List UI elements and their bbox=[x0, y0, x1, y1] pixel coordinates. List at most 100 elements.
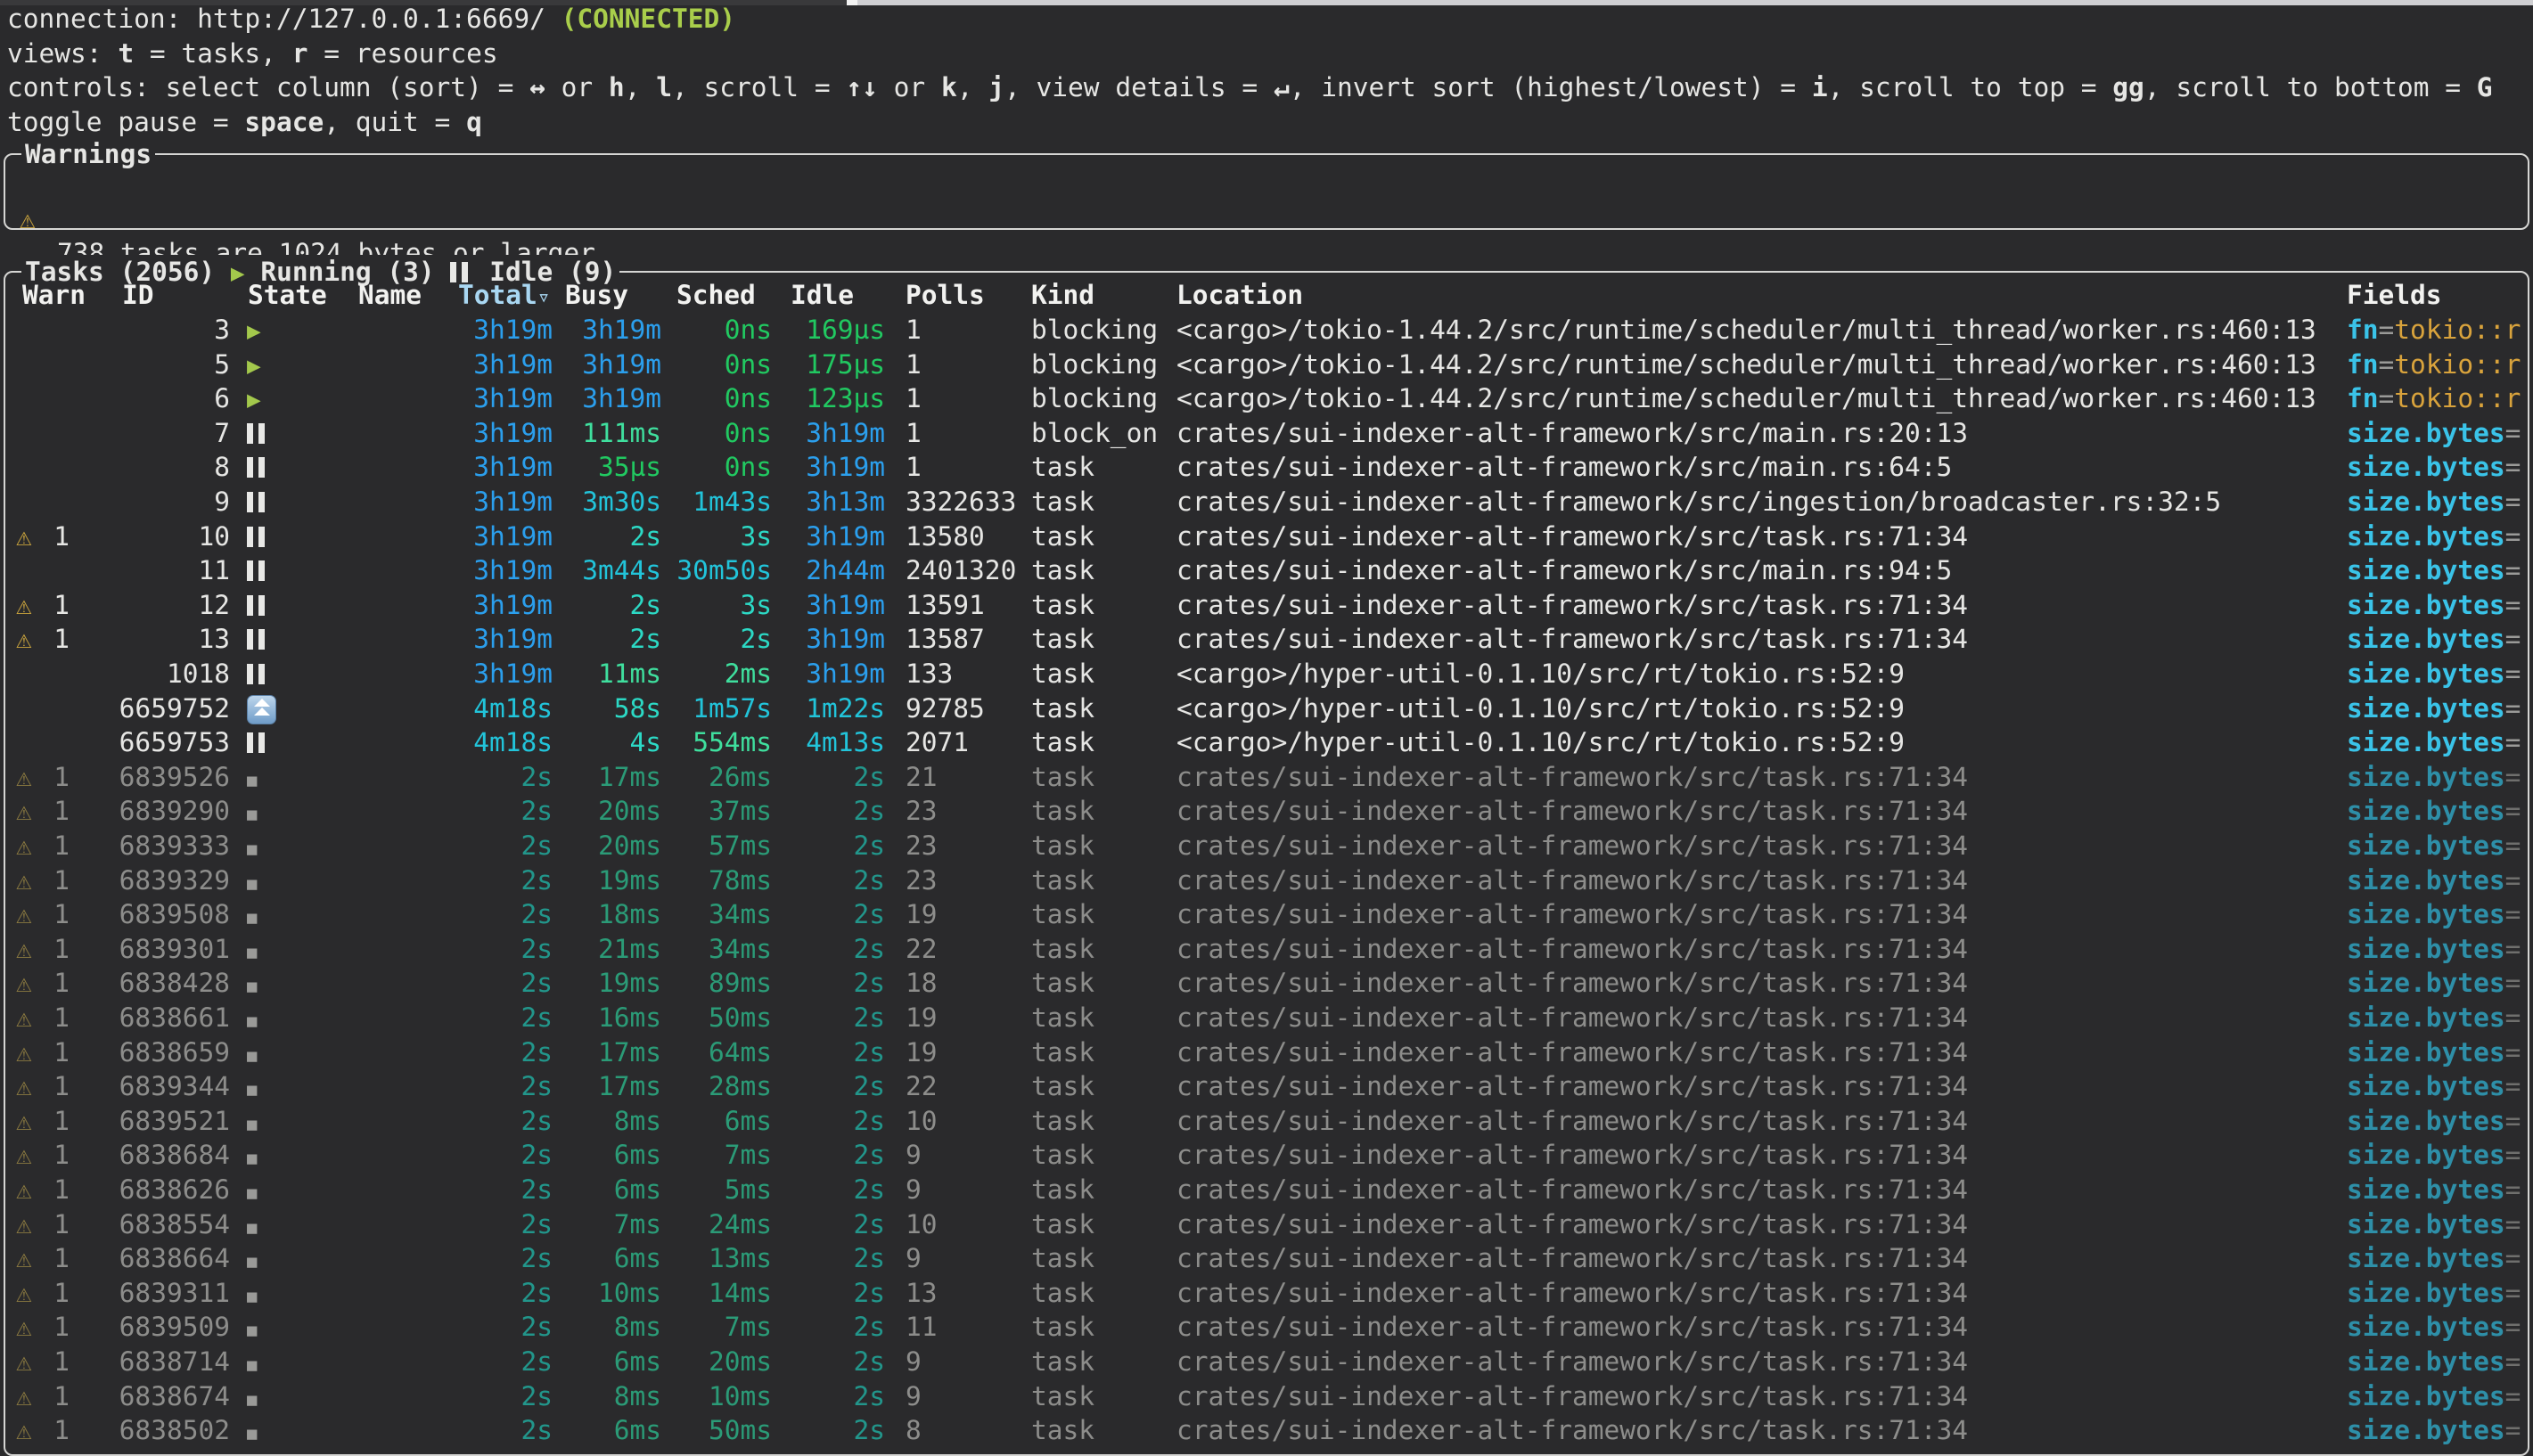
task-row[interactable]: 93h19m3m30s1m43s3h13m3322633taskcrates/s… bbox=[0, 485, 2533, 519]
task-row[interactable]: 83h19m35µs0ns3h19m1taskcrates/sui-indexe… bbox=[0, 450, 2533, 485]
task-row[interactable]: ⚠16839301■2s21ms34ms2s22taskcrates/sui-i… bbox=[0, 932, 2533, 967]
task-row[interactable]: ⚠16838714■2s6ms20ms2s9taskcrates/sui-ind… bbox=[0, 1345, 2533, 1379]
task-row[interactable]: 3▶3h19m3h19m0ns169µs1blocking<cargo>/tok… bbox=[0, 313, 2533, 348]
state-idle-pause-icon bbox=[247, 658, 270, 693]
text-run: views: bbox=[7, 38, 118, 69]
task-row[interactable]: ⚠16838502■2s6ms50ms2s8taskcrates/sui-ind… bbox=[0, 1413, 2533, 1448]
task-sched: 0ns bbox=[663, 450, 772, 485]
warning-icon: ⚠ bbox=[20, 202, 36, 237]
task-idle-value: 2s bbox=[853, 1243, 885, 1273]
pause-bar bbox=[247, 560, 253, 581]
row-warning-icon: ⚠ bbox=[16, 966, 32, 1001]
task-state: ■ bbox=[247, 863, 257, 902]
task-polls: 21 bbox=[906, 760, 938, 795]
task-total: 3h19m bbox=[426, 588, 553, 623]
task-row[interactable]: ⚠16838626■2s6ms5ms2s9taskcrates/sui-inde… bbox=[0, 1173, 2533, 1207]
task-row[interactable]: ⚠16839290■2s20ms37ms2s23taskcrates/sui-i… bbox=[0, 794, 2533, 829]
task-idle: 2s bbox=[774, 966, 885, 1001]
task-idle-value: 2s bbox=[853, 1346, 885, 1377]
state-idle-pause-icon bbox=[247, 418, 270, 453]
task-fields: size.bytes= bbox=[2347, 863, 2521, 898]
column-header-idle[interactable]: Idle bbox=[791, 278, 854, 313]
task-row[interactable]: 5▶3h19m3h19m0ns175µs1blocking<cargo>/tok… bbox=[0, 348, 2533, 382]
field-part: size.bytes bbox=[2347, 1106, 2505, 1136]
task-idle: 2s bbox=[774, 794, 885, 829]
task-row[interactable]: ⚠16838428■2s19ms89ms2s18taskcrates/sui-i… bbox=[0, 966, 2533, 1001]
task-location: crates/sui-indexer-alt-framework/src/tas… bbox=[1176, 1138, 1968, 1173]
task-fields: size.bytes= bbox=[2347, 1207, 2521, 1242]
task-state: ■ bbox=[247, 1001, 257, 1039]
task-row[interactable]: ⚠16839521■2s8ms6ms2s10taskcrates/sui-ind… bbox=[0, 1104, 2533, 1139]
task-row[interactable]: ⚠1133h19m2s2s3h19m13587taskcrates/sui-in… bbox=[0, 622, 2533, 657]
task-row[interactable]: ⚠16838554■2s7ms24ms2s10taskcrates/sui-in… bbox=[0, 1207, 2533, 1242]
task-row[interactable]: 66597524m18s58s1m57s1m22s92785task<cargo… bbox=[0, 691, 2533, 726]
task-row[interactable]: ⚠16838684■2s6ms7ms2s9taskcrates/sui-inde… bbox=[0, 1138, 2533, 1173]
task-idle: 3h19m bbox=[774, 450, 885, 485]
field-part: size.bytes bbox=[2347, 1278, 2505, 1308]
task-total-value: 3h19m bbox=[473, 315, 553, 345]
task-row[interactable]: ⚠16839508■2s18ms34ms2s19taskcrates/sui-i… bbox=[0, 897, 2533, 932]
task-busy: 18ms bbox=[554, 897, 661, 932]
state-stopped-icon: ■ bbox=[247, 771, 257, 790]
task-row[interactable]: 10183h19m11ms2ms3h19m133task<cargo>/hype… bbox=[0, 657, 2533, 691]
column-header-kind[interactable]: Kind bbox=[1031, 278, 1094, 313]
column-header-warn[interactable]: Warn bbox=[22, 278, 86, 313]
column-header-state[interactable]: State bbox=[248, 278, 327, 313]
task-polls: 9 bbox=[906, 1138, 922, 1173]
task-fields: size.bytes= bbox=[2347, 485, 2521, 519]
task-state bbox=[247, 725, 270, 760]
task-kind: task bbox=[1031, 760, 1094, 795]
task-state: ■ bbox=[247, 1413, 257, 1452]
task-polls: 23 bbox=[906, 829, 938, 863]
task-row[interactable]: 6▶3h19m3h19m0ns123µs1blocking<cargo>/tok… bbox=[0, 381, 2533, 416]
pause-bar bbox=[258, 732, 265, 753]
task-id: 6838664 bbox=[82, 1241, 230, 1276]
warn-count: 1 bbox=[39, 829, 70, 863]
task-idle-value: 2s bbox=[853, 1071, 885, 1101]
task-row[interactable]: ⚠16839509■2s8ms7ms2s11taskcrates/sui-ind… bbox=[0, 1310, 2533, 1345]
column-header-name[interactable]: Name bbox=[358, 278, 422, 313]
text-run: k bbox=[941, 72, 957, 102]
state-idle-pause-icon bbox=[247, 555, 270, 590]
task-row[interactable]: ⚠16838661■2s16ms50ms2s19taskcrates/sui-i… bbox=[0, 1001, 2533, 1035]
task-row[interactable]: ⚠16838674■2s8ms10ms2s9taskcrates/sui-ind… bbox=[0, 1379, 2533, 1414]
task-row[interactable]: ⚠16839333■2s20ms57ms2s23taskcrates/sui-i… bbox=[0, 829, 2533, 863]
task-fields: size.bytes= bbox=[2347, 1310, 2521, 1345]
task-polls: 13580 bbox=[906, 519, 985, 554]
task-row[interactable]: 73h19m111ms0ns3h19m1block_oncrates/sui-i… bbox=[0, 416, 2533, 451]
task-row[interactable]: 113h19m3m44s30m50s2h44m2401320taskcrates… bbox=[0, 553, 2533, 588]
task-kind: task bbox=[1031, 966, 1094, 1001]
task-sched: 10ms bbox=[663, 1379, 772, 1414]
column-header-id[interactable]: ID bbox=[122, 278, 154, 313]
column-header-total[interactable]: Total▿ bbox=[458, 278, 550, 315]
task-busy: 2s bbox=[554, 519, 661, 554]
task-total-value: 2s bbox=[521, 865, 553, 896]
task-row[interactable]: ⚠16839329■2s19ms78ms2s23taskcrates/sui-i… bbox=[0, 863, 2533, 898]
task-row[interactable]: ⚠16839344■2s17ms28ms2s22taskcrates/sui-i… bbox=[0, 1069, 2533, 1104]
task-id: 6839508 bbox=[82, 897, 230, 932]
column-header-polls[interactable]: Polls bbox=[906, 278, 985, 313]
task-polls: 9 bbox=[906, 1241, 922, 1276]
task-total: 2s bbox=[426, 1345, 553, 1379]
task-row[interactable]: ⚠16838664■2s6ms13ms2s9taskcrates/sui-ind… bbox=[0, 1241, 2533, 1276]
task-row[interactable]: ⚠1123h19m2s3s3h19m13591taskcrates/sui-in… bbox=[0, 588, 2533, 623]
task-kind: task bbox=[1031, 1104, 1094, 1139]
state-idle-pause-icon bbox=[247, 521, 270, 556]
state-stopped-icon: ■ bbox=[247, 977, 257, 996]
task-row[interactable]: ⚠16839311■2s10ms14ms2s13taskcrates/sui-i… bbox=[0, 1276, 2533, 1311]
task-idle: 2s bbox=[774, 1413, 885, 1448]
task-id: 6839311 bbox=[82, 1276, 230, 1311]
column-header-location[interactable]: Location bbox=[1176, 278, 1303, 313]
column-header-fields[interactable]: Fields bbox=[2347, 278, 2442, 313]
pause-bar bbox=[258, 629, 265, 650]
task-sched-value: 64ms bbox=[709, 1037, 772, 1067]
task-row[interactable]: 66597534m18s4s554ms4m13s2071task<cargo>/… bbox=[0, 725, 2533, 760]
task-state: ▶ bbox=[247, 313, 261, 349]
column-header-busy[interactable]: Busy bbox=[565, 278, 628, 313]
task-sched: 50ms bbox=[663, 1413, 772, 1448]
task-row[interactable]: ⚠1103h19m2s3s3h19m13580taskcrates/sui-in… bbox=[0, 519, 2533, 554]
task-row[interactable]: ⚠16839526■2s17ms26ms2s21taskcrates/sui-i… bbox=[0, 760, 2533, 795]
task-sched: 0ns bbox=[663, 416, 772, 451]
column-header-sched[interactable]: Sched bbox=[676, 278, 756, 313]
task-row[interactable]: ⚠16838659■2s17ms64ms2s19taskcrates/sui-i… bbox=[0, 1035, 2533, 1070]
